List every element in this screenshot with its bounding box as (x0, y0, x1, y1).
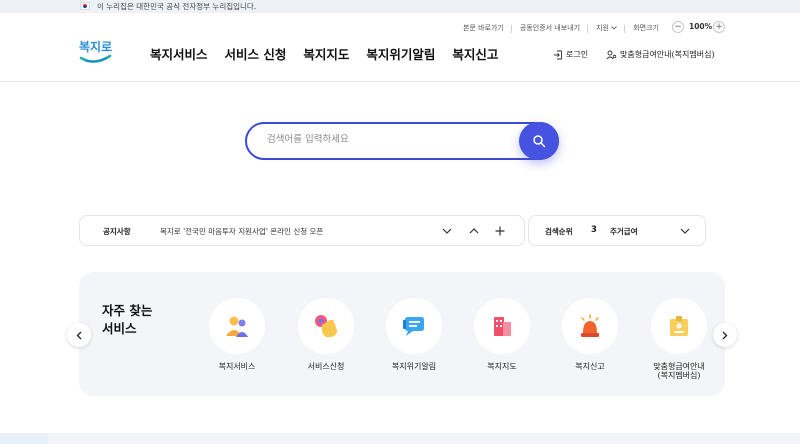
quick-service-benefit-guide[interactable]: 맞춤형급여안내 (복지멤버십) (639, 298, 719, 380)
carousel-prev-button[interactable] (67, 323, 91, 347)
notice-prev-button[interactable] (468, 225, 480, 237)
chevron-right-icon (722, 331, 728, 339)
siren-icon (581, 314, 599, 337)
zoom-label: 화면크기 (633, 24, 659, 32)
gov-banner-text[interactable]: 이 누리집은 대한민국 공식 전자정부 누리집입니다. (97, 1, 256, 12)
nav-welfare-report[interactable]: 복지신고 (452, 44, 498, 63)
search-input[interactable] (267, 134, 517, 145)
zoom-out-button[interactable]: − (672, 21, 684, 33)
quick-service-crisis-alert[interactable]: 복지위기알림 (374, 298, 454, 371)
search-rank-expand-button[interactable] (679, 225, 691, 237)
message-icon (403, 317, 424, 336)
chevron-down-icon (611, 26, 618, 30)
cert-export-link[interactable]: 공동인증서 내보내기 (512, 23, 589, 33)
gov-banner: 이 누리집은 대한민국 공식 전자정부 누리집입니다. (0, 0, 800, 13)
service-icon-circle (298, 298, 354, 354)
search-rank-keyword[interactable]: 주거급여 (610, 226, 638, 237)
service-label: 복지신고 (575, 362, 605, 371)
benefit-guide-label: 맞춤형급여안내(복지멤버십) (620, 50, 715, 59)
svg-text:복지로: 복지로 (79, 39, 112, 54)
nav-service-apply[interactable]: 서비스 신청 (225, 44, 287, 63)
korea-flag-icon (80, 2, 90, 10)
service-icon-circle (209, 298, 265, 354)
nav-welfare-services[interactable]: 복지서비스 (150, 44, 208, 63)
zoom-in-button[interactable]: + (713, 21, 725, 33)
quick-service-report[interactable]: 복지신고 (550, 298, 630, 371)
service-label: 복지위기알림 (391, 362, 437, 371)
skip-to-content-link[interactable]: 본문 바로가기 (455, 23, 512, 33)
header-divider (0, 81, 800, 82)
service-icon-circle (562, 298, 618, 354)
nav-crisis-alert[interactable]: 복지위기알림 (366, 44, 435, 63)
chevron-up-icon (469, 228, 479, 234)
service-icon-circle (474, 298, 530, 354)
quick-services-title: 자주 찾는 서비스 (102, 303, 153, 336)
people-icon (226, 316, 248, 337)
login-label: 로그인 (566, 50, 589, 59)
bottom-section-edge (0, 433, 800, 444)
search-rank-number: 3 (591, 225, 597, 235)
benefit-guide-link[interactable]: 맞춤형급여안내(복지멤버십) (606, 49, 715, 60)
login-link[interactable]: 로그인 (553, 49, 588, 60)
service-label: 서비스신청 (307, 362, 345, 371)
user-settings-icon (606, 50, 617, 59)
chevron-down-icon (442, 228, 452, 234)
search-rank-label: 검색순위 (545, 227, 573, 236)
service-icon-circle (386, 298, 442, 354)
building-icon (494, 317, 511, 336)
chevron-left-icon (76, 331, 82, 339)
quick-service-map[interactable]: 복지지도 (462, 298, 542, 371)
search-button[interactable] (519, 122, 559, 160)
service-label: 맞춤형급여안내 (복지멤버십) (653, 362, 705, 380)
plus-icon (495, 226, 505, 236)
search-box (245, 122, 559, 160)
search-rank-bar: 검색순위 3 주거급여 (528, 215, 706, 246)
hand-click-icon (315, 315, 337, 337)
notice-label: 공지사항 (103, 227, 131, 236)
zoom-value: 100% (689, 22, 713, 31)
utility-links: 본문 바로가기 공동인증서 내보내기 지원 화면크기 (455, 21, 667, 35)
notice-bar: 공지사항 복지로 '전국민 마음투자 지원사업' 온라인 신청 오픈 (79, 215, 525, 246)
search-icon (533, 135, 546, 148)
service-label: 복지지도 (487, 362, 517, 371)
notice-more-button[interactable] (494, 225, 506, 237)
site-logo[interactable]: 복지로 (78, 36, 114, 68)
main-navigation: 복지서비스 서비스 신청 복지지도 복지위기알림 복지신고 (150, 44, 515, 63)
notice-link[interactable]: 복지로 '전국민 마음투자 지원사업' 온라인 신청 오픈 (160, 226, 323, 237)
chevron-down-icon (680, 228, 690, 234)
service-icon-circle (651, 298, 707, 354)
id-card-icon (670, 316, 688, 336)
quick-service-welfare[interactable]: 복지서비스 (197, 298, 277, 371)
login-icon (554, 50, 562, 59)
nav-welfare-map[interactable]: 복지지도 (303, 44, 349, 63)
service-label: 복지서비스 (218, 362, 256, 371)
quick-service-apply[interactable]: 서비스신청 (286, 298, 366, 371)
support-menu[interactable]: 지원 (588, 23, 626, 33)
notice-expand-button[interactable] (441, 225, 453, 237)
logo-icon: 복지로 (79, 39, 112, 63)
